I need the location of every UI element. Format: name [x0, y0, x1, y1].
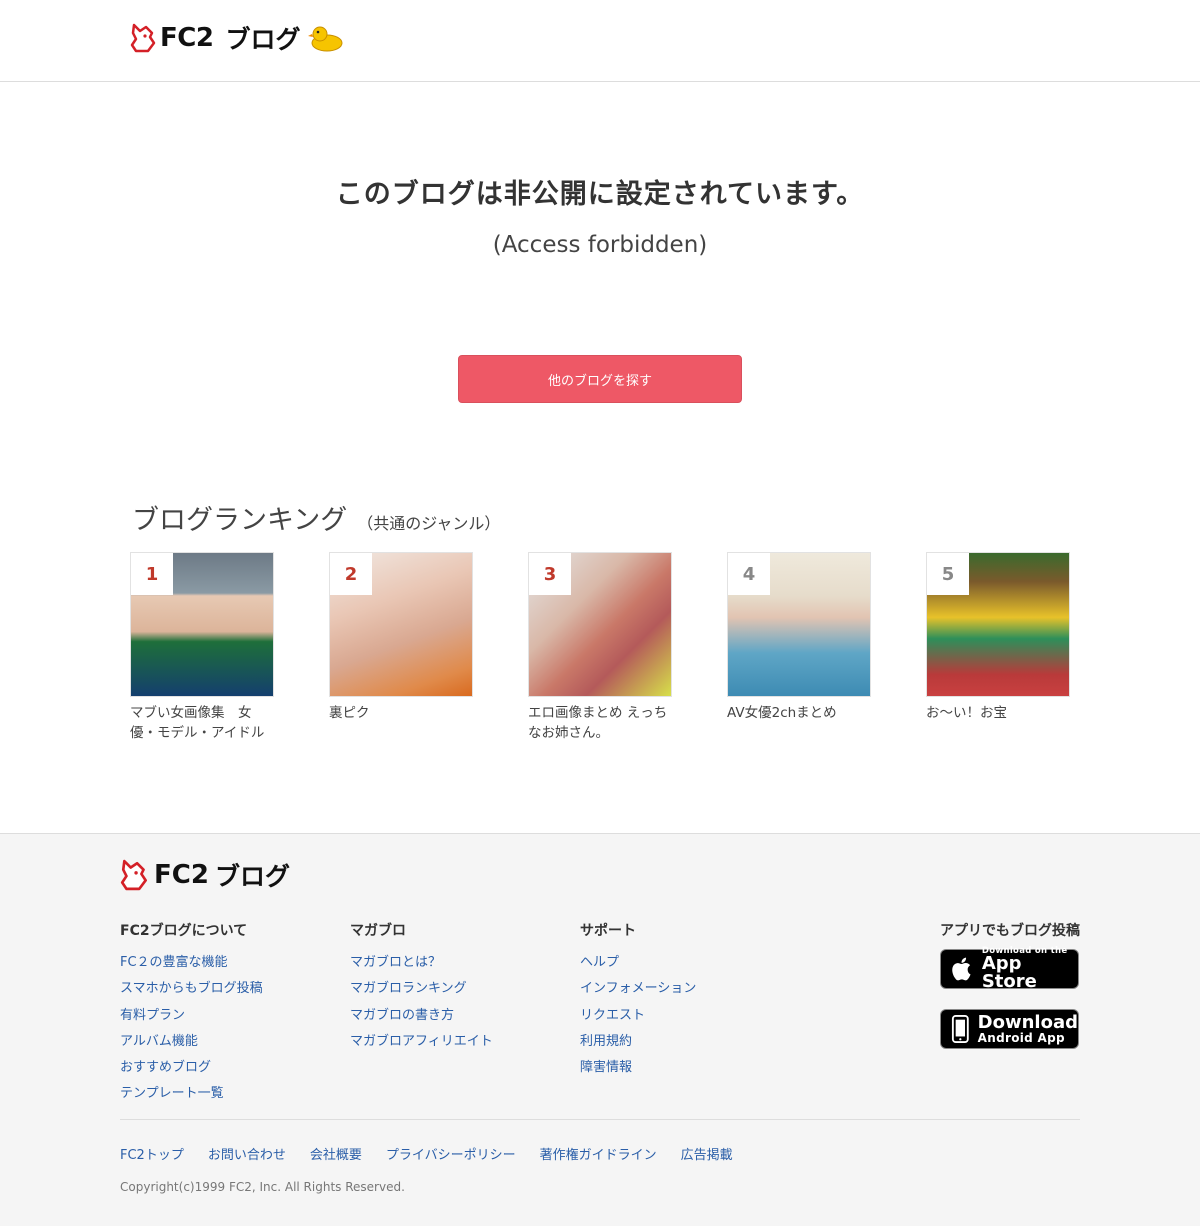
footer-bottom-link[interactable]: お問い合わせ [208, 1144, 286, 1163]
footer-app-downloads: アプリでもブログ投稿 Download on the App Store Dow… [940, 920, 1080, 1069]
footer-link[interactable]: マガブロとは？ [350, 950, 493, 976]
logo-blog-text: ブログ [225, 25, 301, 54]
fc2-blog-logo[interactable]: FC2 ブログ [130, 20, 344, 56]
footer-link[interactable]: テンプレート一覧 [120, 1081, 263, 1107]
ranking-blog-name[interactable]: エロ画像まとめ えっちなお姉さん。 [528, 703, 672, 743]
rank-number: 5 [927, 553, 969, 595]
footer-link[interactable]: 有料プラン [120, 1003, 263, 1029]
footer-link[interactable]: スマホからもブログ投稿 [120, 976, 263, 1002]
footer-link[interactable]: ヘルプ [580, 950, 696, 976]
ranking-blog-name[interactable]: 裏ピク [329, 703, 473, 723]
footer-logo-blog-text: ブログ [214, 862, 290, 891]
rank-number: 4 [728, 553, 770, 595]
footer-bottom-link[interactable]: 会社概要 [310, 1144, 362, 1163]
footer-link[interactable]: 障害情報 [580, 1055, 696, 1081]
android-app-button[interactable]: Download Android App [940, 1009, 1079, 1049]
ranking-blog-name[interactable]: お〜い！お宝 [926, 703, 1070, 723]
footer-link[interactable]: マガブロアフィリエイト [350, 1029, 493, 1055]
ranking-item[interactable]: 2 裏ピク [329, 552, 473, 723]
footer-link[interactable]: アルバム機能 [120, 1029, 263, 1055]
footer-link[interactable]: リクエスト [580, 1003, 696, 1029]
ranking-thumbnail[interactable]: 4 [727, 552, 871, 697]
footer-divider [120, 1119, 1080, 1120]
copyright-text: Copyright(c)1999 FC2, Inc. All Rights Re… [120, 1180, 405, 1194]
site-header: FC2 ブログ [0, 0, 1200, 82]
rank-number: 1 [131, 553, 173, 595]
footer-column-support: サポート ヘルプ インフォメーション リクエスト 利用規約 障害情報 [580, 920, 696, 1081]
rank-number: 3 [529, 553, 571, 595]
footer-fc2-blog-logo[interactable]: FC2 ブログ [120, 858, 290, 892]
ranking-blog-name[interactable]: マブい女画像集 女優・モデル・アイドル [130, 703, 274, 743]
footer-column-heading: FC2ブログについて [120, 923, 248, 939]
ranking-thumbnail[interactable]: 5 [926, 552, 1070, 697]
footer-bottom-links: FC2トップ お問い合わせ 会社概要 プライバシーポリシー 著作権ガイドライン … [120, 1144, 757, 1163]
footer-link[interactable]: FC２の豊富な機能 [120, 950, 263, 976]
ranking-item[interactable]: 1 マブい女画像集 女優・モデル・アイドル [130, 552, 274, 743]
footer-link[interactable]: マガブロランキング [350, 976, 493, 1002]
apple-icon [952, 957, 971, 981]
ranking-item[interactable]: 5 お〜い！お宝 [926, 552, 1070, 723]
ranking-item[interactable]: 4 AV女優2chまとめ [727, 552, 871, 723]
duck-icon [308, 26, 343, 52]
footer-link[interactable]: インフォメーション [580, 976, 696, 1002]
ranking-blog-name[interactable]: AV女優2chまとめ [727, 703, 871, 723]
footer-bottom-link[interactable]: 著作権ガイドライン [540, 1144, 657, 1163]
footer-link[interactable]: 利用規約 [580, 1029, 696, 1055]
footer-column-heading: マガブロ [350, 923, 406, 939]
android-big-text: Download [977, 1012, 1078, 1033]
fc2-mascot-icon [130, 23, 156, 53]
apps-heading: アプリでもブログ投稿 [940, 923, 1080, 939]
ranking-thumbnail[interactable]: 1 [130, 552, 274, 697]
ranking-list: 1 マブい女画像集 女優・モデル・アイドル 2 裏ピク 3 エロ画像まとめ えっ… [130, 552, 1070, 752]
android-small-text: Android App [977, 1031, 1065, 1045]
footer-link[interactable]: おすすめブログ [120, 1055, 263, 1081]
app-store-button[interactable]: Download on the App Store [940, 947, 1079, 993]
footer-bottom-link[interactable]: FC2トップ [120, 1144, 184, 1163]
footer-link[interactable]: マガブロの書き方 [350, 1003, 493, 1029]
logo-fc2-text: FC2 [160, 23, 214, 53]
ranking-genre-label: （共通のジャンル） [357, 514, 501, 533]
app-store-big-text: App Store [981, 953, 1037, 993]
private-blog-message: このブログは非公開に設定されています。 [335, 179, 865, 210]
footer-column-magablo: マガブロ マガブロとは？ マガブロランキング マガブロの書き方 マガブロアフィリ… [350, 920, 493, 1055]
ranking-thumbnail[interactable]: 2 [329, 552, 473, 697]
find-other-blogs-button[interactable]: 他のブログを探す [458, 355, 742, 403]
rank-number: 2 [330, 553, 372, 595]
ranking-title: ブログランキング [132, 505, 348, 536]
site-footer: FC2 ブログ FC2ブログについて FC２の豊富な機能 スマホからもブログ投稿… [0, 833, 1200, 1226]
ranking-heading: ブログランキング （共通のジャンル） [132, 498, 500, 537]
footer-logo-fc2-text: FC2 [154, 860, 209, 890]
smartphone-icon [951, 1014, 969, 1044]
footer-column-about: FC2ブログについて FC２の豊富な機能 スマホからもブログ投稿 有料プラン ア… [120, 920, 263, 1108]
footer-bottom-link[interactable]: 広告掲載 [681, 1144, 733, 1163]
footer-column-heading: サポート [580, 923, 636, 939]
access-forbidden-text: (Access forbidden) [492, 232, 708, 258]
footer-bottom-link[interactable]: プライバシーポリシー [386, 1144, 516, 1163]
ranking-item[interactable]: 3 エロ画像まとめ えっちなお姉さん。 [528, 552, 672, 743]
fc2-mascot-icon [120, 859, 147, 891]
ranking-thumbnail[interactable]: 3 [528, 552, 672, 697]
